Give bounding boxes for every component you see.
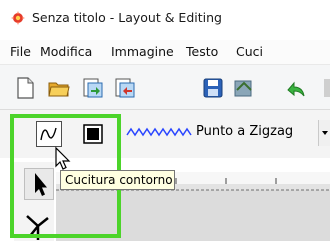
import-icon[interactable] xyxy=(82,77,104,99)
outline-stitch-icon xyxy=(40,127,57,141)
tooltip: Cucitura contorno xyxy=(60,170,175,190)
menu-bar: File Modifica Immagine Testo Cuci xyxy=(0,40,330,65)
app-logo-icon xyxy=(11,11,25,25)
main-toolbar xyxy=(0,65,330,110)
menu-immagine[interactable]: Immagine xyxy=(111,44,174,59)
menu-modifica[interactable]: Modifica xyxy=(40,44,92,59)
zigzag-stitch-icon xyxy=(126,127,192,137)
stitch-type-value: Punto a Zigzag xyxy=(196,124,294,139)
stitch-dropdown-button[interactable] xyxy=(318,120,330,146)
toolbar-overflow xyxy=(324,79,330,97)
window-title: Senza titolo - Layout & Editing xyxy=(32,10,222,25)
menu-cuci[interactable]: Cuci xyxy=(236,44,263,59)
send-to-card-icon[interactable] xyxy=(232,77,254,99)
fill-stitch-button[interactable] xyxy=(80,121,106,147)
fill-stitch-icon xyxy=(83,124,103,144)
mouse-pointer-icon xyxy=(55,146,71,170)
export-icon[interactable] xyxy=(114,77,136,99)
save-icon[interactable] xyxy=(202,77,224,99)
open-folder-icon[interactable] xyxy=(48,77,70,99)
outline-stitch-button[interactable] xyxy=(36,121,62,147)
menu-testo[interactable]: Testo xyxy=(186,44,218,59)
new-file-icon[interactable] xyxy=(14,77,36,99)
menu-file[interactable]: File xyxy=(10,44,31,59)
undo-icon[interactable] xyxy=(284,77,306,99)
chevron-down-icon xyxy=(322,131,328,135)
